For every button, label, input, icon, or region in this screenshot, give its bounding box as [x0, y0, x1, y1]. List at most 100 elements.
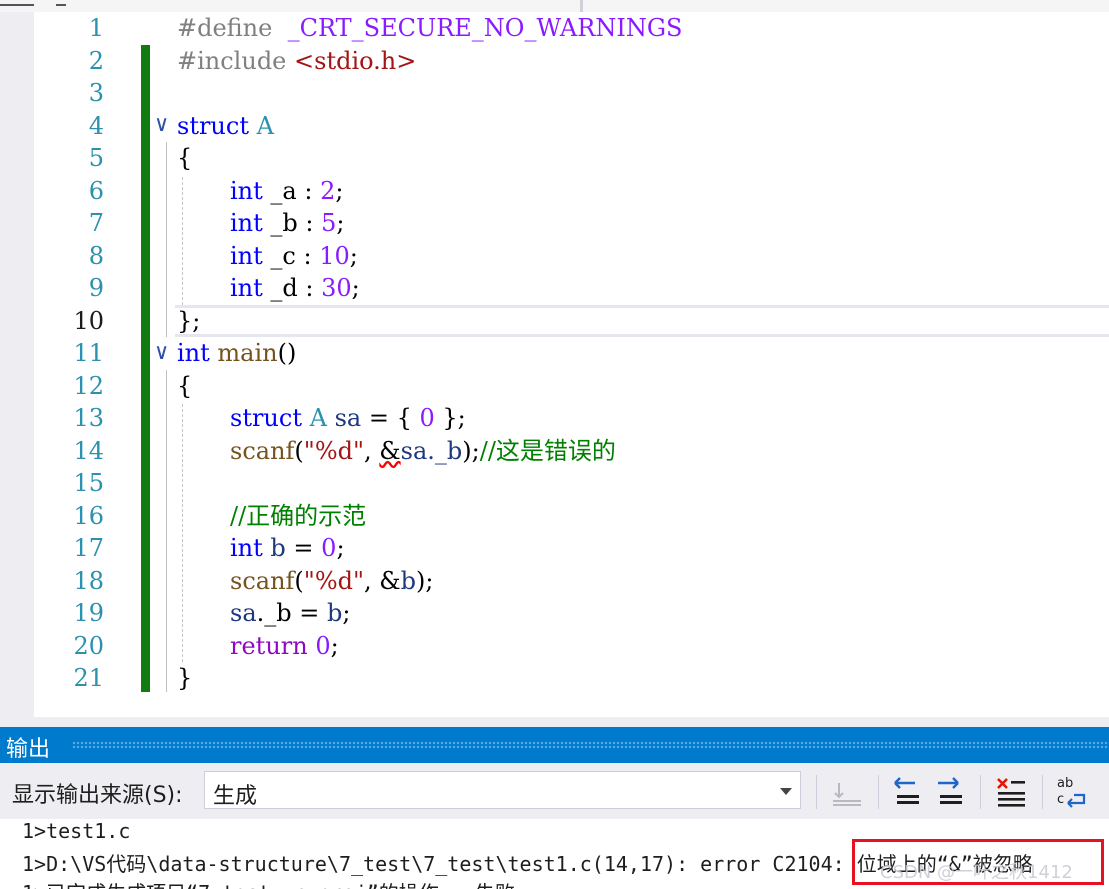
line-number: 2 [88, 46, 104, 75]
toolbar-separator [816, 775, 817, 809]
current-line-highlight [175, 305, 1109, 337]
output-source-dropdown[interactable]: 生成 [204, 771, 801, 809]
code-line-13: struct A sa = { 0 }; [230, 402, 466, 435]
line-number: 20 [73, 631, 104, 660]
punct: ); [462, 436, 480, 465]
output-line: 1>已完成生成项目“7_test.vcxproj”的操作 - 失败。 [22, 877, 535, 889]
splitter[interactable] [580, 0, 583, 12]
keyword: int [230, 534, 263, 562]
brace: { [177, 371, 193, 400]
include-header: <stdio.h> [294, 46, 417, 75]
fold-collapse-icon[interactable]: ∨ [155, 109, 168, 141]
code-line-2: #include <stdio.h> [177, 45, 416, 78]
line-number: 11 [73, 339, 104, 367]
variable: sa._b [400, 436, 463, 465]
indent-guide [182, 177, 183, 305]
number: 10 [319, 241, 350, 270]
fold-scope-line [166, 142, 167, 337]
code-line-6: int _a : 2; [230, 175, 343, 208]
keyword: int [230, 209, 263, 237]
code-line-9: int _d : 30; [230, 272, 360, 305]
punct: ); [416, 566, 434, 595]
keyword: struct [177, 111, 249, 140]
line-number: 5 [88, 144, 104, 172]
number: 5 [321, 209, 337, 237]
code-line-5: { [177, 142, 192, 175]
go-to-previous-message-icon[interactable] [889, 773, 925, 809]
code-line-18: scanf("%d", &b); [230, 565, 433, 598]
line-number: 17 [73, 534, 104, 562]
number: 0 [321, 534, 337, 562]
keyword: int [230, 274, 263, 302]
fold-collapse-icon[interactable]: ∨ [155, 337, 168, 369]
brace: }; [177, 306, 201, 335]
code-line-7: int _b : 5; [230, 207, 345, 240]
change-tracking-bar [141, 45, 150, 692]
output-line: 1>test1.c [22, 819, 131, 843]
output-panel-title-bar[interactable]: 输出 [0, 727, 1109, 763]
code-line-10: }; [177, 305, 200, 338]
indent-guide [182, 404, 183, 662]
keyword: return [230, 631, 308, 660]
number: 0 [419, 404, 435, 432]
output-panel-title: 输出 [6, 737, 51, 762]
toolbar-separator [878, 775, 879, 809]
output-source-label: 显示输出来源(S): [12, 783, 183, 808]
string-literal: "%d" [303, 436, 365, 465]
field-decl: _a : [262, 176, 321, 205]
code-line-11: int main() [177, 337, 296, 370]
editor-margin [0, 12, 34, 717]
variable: sa [326, 404, 362, 432]
clear-output-icon[interactable] [993, 773, 1029, 809]
punct: ; [336, 209, 345, 237]
variable: b [262, 534, 286, 562]
function-name: scanf [230, 566, 295, 595]
number: 0 [307, 631, 331, 660]
punct: ; [336, 534, 345, 562]
line-number: 14 [73, 436, 104, 465]
code-line-17: int b = 0; [230, 532, 345, 565]
error-squiggle[interactable]: & [379, 437, 400, 465]
variable: b [400, 566, 417, 595]
keyword: int [177, 339, 210, 367]
punct: = [285, 534, 322, 562]
string-literal: "%d" [303, 566, 365, 595]
chevron-down-icon [780, 788, 792, 795]
preprocessor-directive: #include [177, 46, 295, 75]
line-number: 7 [88, 209, 104, 237]
punct: ; [335, 176, 344, 205]
line-number: 4 [88, 111, 104, 140]
code-line-4: struct A [177, 110, 274, 143]
type-name: A [248, 111, 274, 140]
tab-underline-2 [56, 4, 66, 6]
comment: //这是错误的 [479, 436, 616, 465]
punct: , & [364, 566, 401, 595]
svg-text:ab: ab [1057, 776, 1073, 791]
output-toolbar: 显示输出来源(S): 生成 ab c [0, 763, 1109, 819]
line-number: 1 [88, 14, 104, 42]
toggle-word-wrap-icon[interactable]: ab c [1054, 773, 1090, 809]
clear-all-icon[interactable] [829, 773, 865, 809]
line-number: 8 [88, 241, 104, 270]
go-to-next-message-icon[interactable] [932, 773, 968, 809]
svg-text:c: c [1057, 792, 1064, 807]
brace: } [177, 664, 193, 692]
function-name: main [209, 339, 278, 367]
keyword: int [230, 241, 263, 270]
field-decl: _d : [262, 274, 322, 302]
function-name: scanf [230, 436, 295, 465]
output-source-value: 生成 [213, 784, 258, 809]
punct: ( [294, 436, 304, 465]
punct: ( [294, 566, 304, 595]
toolbar-separator [1042, 775, 1043, 809]
code-line-8: int _c : 10; [230, 240, 358, 273]
keyword: struct [230, 404, 302, 432]
punct: , [364, 436, 380, 465]
code-editor[interactable]: 1 2 3 4 5 6 7 8 9 10 11 12 13 14 15 16 1… [0, 12, 1109, 717]
number: 2 [320, 176, 336, 205]
line-number: 6 [88, 176, 104, 205]
punct: ; [351, 274, 360, 302]
code-line-20: return 0; [230, 630, 339, 663]
code-line-21: } [177, 662, 192, 695]
comment: //正确的示范 [230, 501, 367, 530]
